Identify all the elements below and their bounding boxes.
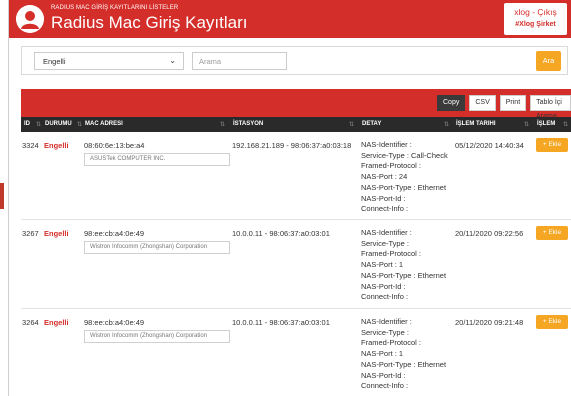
detail-line: Connect-Info : xyxy=(361,292,409,302)
row-id: 3264 xyxy=(22,318,39,327)
page-subtitle: RADIUS MAC GİRİŞ KAYITLARINI LİSTELER xyxy=(51,5,179,11)
user-avatar-icon xyxy=(16,5,44,33)
row-detail: NAS-Identifier : Service-Type : Call-Che… xyxy=(361,140,448,215)
column-header-detail[interactable]: DETAY xyxy=(362,121,381,127)
table-row: 3264 Engelli 98:ee:cb:a4:0e:49 Wistron I… xyxy=(21,309,571,396)
left-sidebar-edge xyxy=(0,0,9,396)
row-date: 20/11/2020 09:22:56 xyxy=(455,229,524,238)
table-row: 3267 Engelli 98:ee:cb:a4:0e:49 Wistron I… xyxy=(21,220,571,309)
row-id: 3267 xyxy=(22,229,39,238)
row-vendor: Wistron Infocomm (Zhongshan) Corporation xyxy=(84,241,230,254)
status-select-value: Engelli xyxy=(43,57,66,66)
sort-icon[interactable]: ⇅ xyxy=(77,121,82,128)
row-status: Engelli xyxy=(44,318,69,327)
row-station: 10.0.0.11 - 98:06:37:a0:03:01 xyxy=(232,318,330,327)
row-mac-address: 08:60:6e:13:be:a4 xyxy=(84,141,145,150)
detail-line: NAS-Port-Id : xyxy=(361,281,406,291)
sort-icon[interactable]: ⇅ xyxy=(349,121,354,128)
row-status: Engelli xyxy=(44,141,69,150)
detail-line: Service-Type : xyxy=(361,327,409,337)
page-header: RADIUS MAC GİRİŞ KAYITLARINI LİSTELER Ra… xyxy=(9,0,571,38)
detail-line: Connect-Info : xyxy=(361,381,409,391)
detail-line: NAS-Port-Id : xyxy=(361,193,406,203)
row-mac-address: 98:ee:cb:a4:0e:49 xyxy=(84,318,145,327)
filter-bar: Engelli ⌄ Arama Ara xyxy=(21,46,568,75)
sidebar-active-marker xyxy=(0,183,4,209)
sort-icon[interactable]: ⇅ xyxy=(563,121,568,128)
table-search-button[interactable]: Tablo İçi Arama xyxy=(530,95,571,120)
table-row: 3324 Engelli 08:60:6e:13:be:a4 ASUSTek C… xyxy=(21,132,571,220)
column-header-station[interactable]: İSTASYON xyxy=(233,121,263,127)
sort-icon[interactable]: ⇅ xyxy=(36,121,41,128)
table-header: ID ⇅ DURUMU ⇅ MAC ADRESI ⇅ İSTASYON ⇅ DE… xyxy=(21,117,571,132)
column-header-id[interactable]: ID xyxy=(24,121,30,127)
detail-line: NAS-Port-Type : Ethernet xyxy=(361,359,447,369)
sort-icon[interactable]: ⇅ xyxy=(444,121,449,128)
page-title: Radius Mac Giriş Kayıtları xyxy=(51,13,248,32)
row-date: 05/12/2020 14:40:34 xyxy=(455,141,524,150)
logout-link[interactable]: xlog - Çıkış xyxy=(504,7,567,17)
detail-line: NAS-Port-Id : xyxy=(361,370,406,380)
chevron-down-icon: ⌄ xyxy=(169,56,176,65)
row-date: 20/11/2020 09:21:48 xyxy=(455,318,524,327)
table-toolbar-bar: Copy CSV Print Tablo İçi Arama xyxy=(21,89,571,120)
detail-line: NAS-Port : 1 xyxy=(361,349,404,359)
company-label: #Xlog Şirket xyxy=(515,21,556,28)
detail-line: Framed-Protocol : xyxy=(361,161,422,171)
row-id: 3324 xyxy=(22,141,39,150)
detail-line: NAS-Identifier : xyxy=(361,228,412,237)
status-select[interactable]: Engelli ⌄ xyxy=(34,52,184,70)
detail-line: NAS-Port : 1 xyxy=(361,260,404,270)
detail-line: NAS-Port-Type : Ethernet xyxy=(361,182,447,192)
row-detail: NAS-Identifier : Service-Type : Framed-P… xyxy=(361,228,446,303)
detail-line: Framed-Protocol : xyxy=(361,338,422,348)
results-panel: Copy CSV Print Tablo İçi Arama ID ⇅ DURU… xyxy=(21,89,571,396)
row-status: Engelli xyxy=(44,229,69,238)
add-button[interactable]: + Ekle xyxy=(536,315,568,329)
column-header-action[interactable]: İŞLEM xyxy=(537,121,555,127)
column-header-mac[interactable]: MAC ADRESI xyxy=(85,121,123,127)
sort-icon[interactable]: ⇅ xyxy=(220,121,225,128)
print-button[interactable]: Print xyxy=(499,95,527,111)
detail-line: Service-Type : xyxy=(361,238,409,248)
add-button[interactable]: + Ekle xyxy=(536,138,568,152)
detail-line: NAS-Identifier : xyxy=(361,140,412,149)
detail-line: NAS-Port-Type : Ethernet xyxy=(361,270,447,280)
row-station: 192.168.21.189 - 98:06:37:a0:03:18 xyxy=(232,141,352,150)
detail-line: Framed-Protocol : xyxy=(361,249,422,259)
row-vendor: Wistron Infocomm (Zhongshan) Corporation xyxy=(84,330,230,343)
copy-button[interactable]: Copy xyxy=(437,95,466,111)
detail-line: NAS-Port : 24 xyxy=(361,172,408,182)
column-header-status[interactable]: DURUMU xyxy=(45,121,72,127)
add-button[interactable]: + Ekle xyxy=(536,226,568,240)
row-detail: NAS-Identifier : Service-Type : Framed-P… xyxy=(361,317,446,392)
row-station: 10.0.0.11 - 98:06:37:a0:03:01 xyxy=(232,229,330,238)
search-input[interactable]: Arama xyxy=(192,52,287,70)
csv-button[interactable]: CSV xyxy=(469,95,496,111)
detail-line: Connect-Info : xyxy=(361,204,409,214)
user-menu[interactable]: xlog - Çıkış #Xlog Şirket xyxy=(504,3,567,35)
detail-line: NAS-Identifier : xyxy=(361,317,412,326)
row-vendor: ASUSTek COMPUTER INC. xyxy=(84,153,230,166)
search-button[interactable]: Ara xyxy=(536,51,561,71)
column-header-date[interactable]: İŞLEM TARIHI xyxy=(456,121,496,127)
detail-line: Service-Type : Call-Check xyxy=(361,150,448,160)
export-toolbar: Copy CSV Print Tablo İçi Arama xyxy=(433,95,571,120)
sort-icon[interactable]: ⇅ xyxy=(524,121,529,128)
row-mac-address: 98:ee:cb:a4:0e:49 xyxy=(84,229,145,238)
